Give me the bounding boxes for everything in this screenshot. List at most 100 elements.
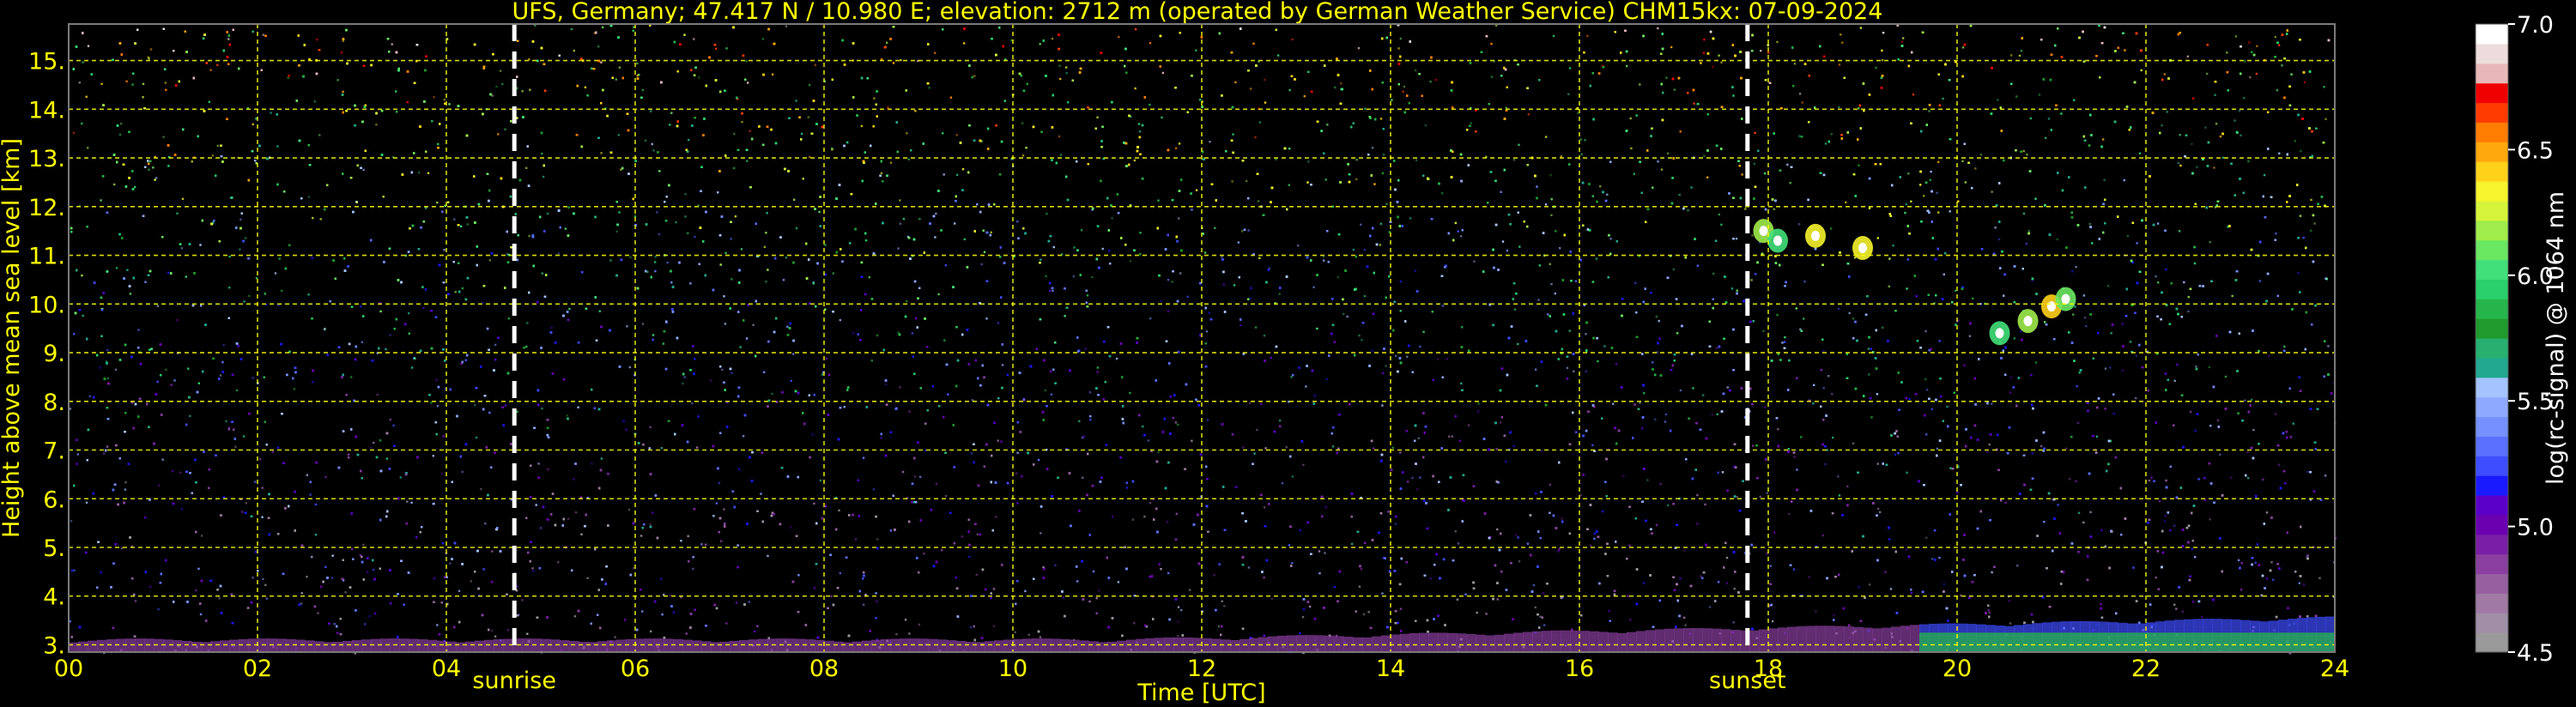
backscatter-pixel — [863, 603, 865, 606]
backscatter-pixel — [1924, 329, 1927, 333]
backscatter-pixel — [2018, 54, 2021, 57]
backscatter-pixel — [1876, 507, 1880, 511]
backscatter-pixel — [1655, 315, 1658, 318]
backscatter-pixel — [2221, 156, 2225, 159]
backscatter-pixel — [669, 594, 672, 596]
backscatter-pixel — [1149, 42, 1152, 45]
backscatter-pixel — [1536, 185, 1538, 188]
backscatter-pixel — [1930, 408, 1933, 410]
backscatter-pixel — [124, 488, 127, 491]
backscatter-pixel — [1882, 32, 1885, 34]
backscatter-pixel — [1355, 178, 1358, 181]
backscatter-pixel — [411, 366, 414, 369]
backscatter-pixel — [112, 183, 116, 186]
backscatter-pixel — [2226, 51, 2228, 54]
backscatter-pixel — [684, 215, 687, 218]
backscatter-pixel — [2075, 265, 2077, 269]
backscatter-pixel — [427, 172, 430, 174]
backscatter-pixel — [1331, 445, 1335, 448]
backscatter-pixel — [730, 278, 733, 281]
backscatter-pixel — [1316, 327, 1318, 330]
backscatter-pixel — [876, 538, 879, 541]
backscatter-pixel — [1441, 192, 1444, 195]
backscatter-pixel — [1323, 259, 1325, 262]
backscatter-pixel — [1326, 124, 1329, 126]
backscatter-pixel — [1379, 222, 1383, 225]
backscatter-pixel — [1039, 532, 1042, 535]
backscatter-pixel — [2083, 317, 2087, 319]
backscatter-pixel — [1288, 148, 1291, 150]
backscatter-pixel — [2009, 376, 2012, 379]
backscatter-pixel — [436, 405, 439, 408]
backscatter-pixel — [2191, 547, 2193, 551]
backscatter-pixel — [852, 332, 855, 335]
backscatter-pixel — [156, 380, 159, 384]
backscatter-pixel — [669, 124, 671, 126]
backscatter-pixel — [954, 222, 956, 225]
backscatter-pixel — [504, 128, 506, 130]
backscatter-pixel — [161, 458, 164, 461]
backscatter-pixel — [1263, 335, 1266, 337]
backscatter-pixel — [1364, 107, 1367, 110]
backscatter-pixel — [1213, 574, 1215, 577]
backscatter-pixel — [2240, 134, 2242, 136]
backscatter-pixel — [618, 211, 621, 214]
backscatter-pixel — [683, 376, 686, 378]
backscatter-pixel — [1667, 504, 1670, 507]
backscatter-pixel — [1912, 94, 1915, 96]
backscatter-pixel — [720, 540, 723, 542]
backscatter-pixel — [373, 441, 375, 444]
backscatter-pixel — [1360, 568, 1362, 571]
backscatter-pixel — [687, 232, 689, 234]
backscatter-pixel — [1161, 116, 1163, 119]
backscatter-pixel — [1822, 349, 1825, 352]
backscatter-pixel — [854, 538, 858, 541]
backscatter-pixel — [1639, 402, 1641, 404]
backscatter-pixel — [2074, 305, 2076, 308]
backscatter-pixel — [1777, 428, 1779, 431]
backscatter-pixel — [126, 269, 129, 271]
backscatter-pixel — [1257, 200, 1260, 202]
backscatter-pixel — [2205, 72, 2209, 76]
backscatter-pixel — [2104, 367, 2107, 370]
backscatter-pixel — [165, 88, 167, 91]
backscatter-pixel — [240, 511, 244, 513]
backscatter-pixel — [422, 306, 425, 310]
backscatter-pixel — [1657, 27, 1659, 30]
backscatter-pixel — [1628, 544, 1631, 547]
backscatter-pixel — [1702, 394, 1705, 396]
backscatter-pixel — [466, 223, 469, 226]
backscatter-pixel — [2197, 354, 2199, 356]
backscatter-pixel — [2095, 435, 2099, 438]
backscatter-pixel — [1138, 130, 1142, 133]
backscatter-pixel — [557, 252, 560, 255]
backscatter-pixel — [392, 424, 395, 427]
backscatter-pixel — [361, 341, 363, 343]
backscatter-pixel — [1540, 450, 1543, 452]
backscatter-pixel — [573, 478, 575, 480]
backscatter-pixel — [580, 533, 583, 535]
backscatter-pixel — [2124, 49, 2126, 51]
backscatter-pixel — [1436, 358, 1440, 360]
backscatter-pixel — [802, 178, 804, 180]
backscatter-pixel — [622, 420, 625, 422]
backscatter-pixel — [2195, 365, 2197, 368]
backscatter-pixel — [661, 613, 664, 616]
backscatter-pixel — [830, 595, 833, 598]
backscatter-pixel — [1451, 435, 1453, 438]
backscatter-pixel — [813, 502, 815, 505]
backscatter-pixel — [2056, 238, 2058, 241]
backscatter-pixel — [2179, 164, 2182, 167]
backscatter-pixel — [1704, 503, 1706, 506]
backscatter-pixel — [1845, 201, 1847, 204]
backscatter-pixel — [636, 62, 639, 65]
backscatter-pixel — [969, 626, 973, 629]
backscatter-pixel — [943, 339, 946, 341]
backscatter-pixel — [73, 333, 76, 335]
backscatter-pixel — [2178, 230, 2181, 233]
backscatter-pixel — [1417, 437, 1420, 439]
backscatter-pixel — [2022, 212, 2026, 215]
backscatter-pixel — [1537, 299, 1540, 301]
backscatter-pixel — [2043, 521, 2046, 523]
backscatter-pixel — [2176, 363, 2179, 366]
